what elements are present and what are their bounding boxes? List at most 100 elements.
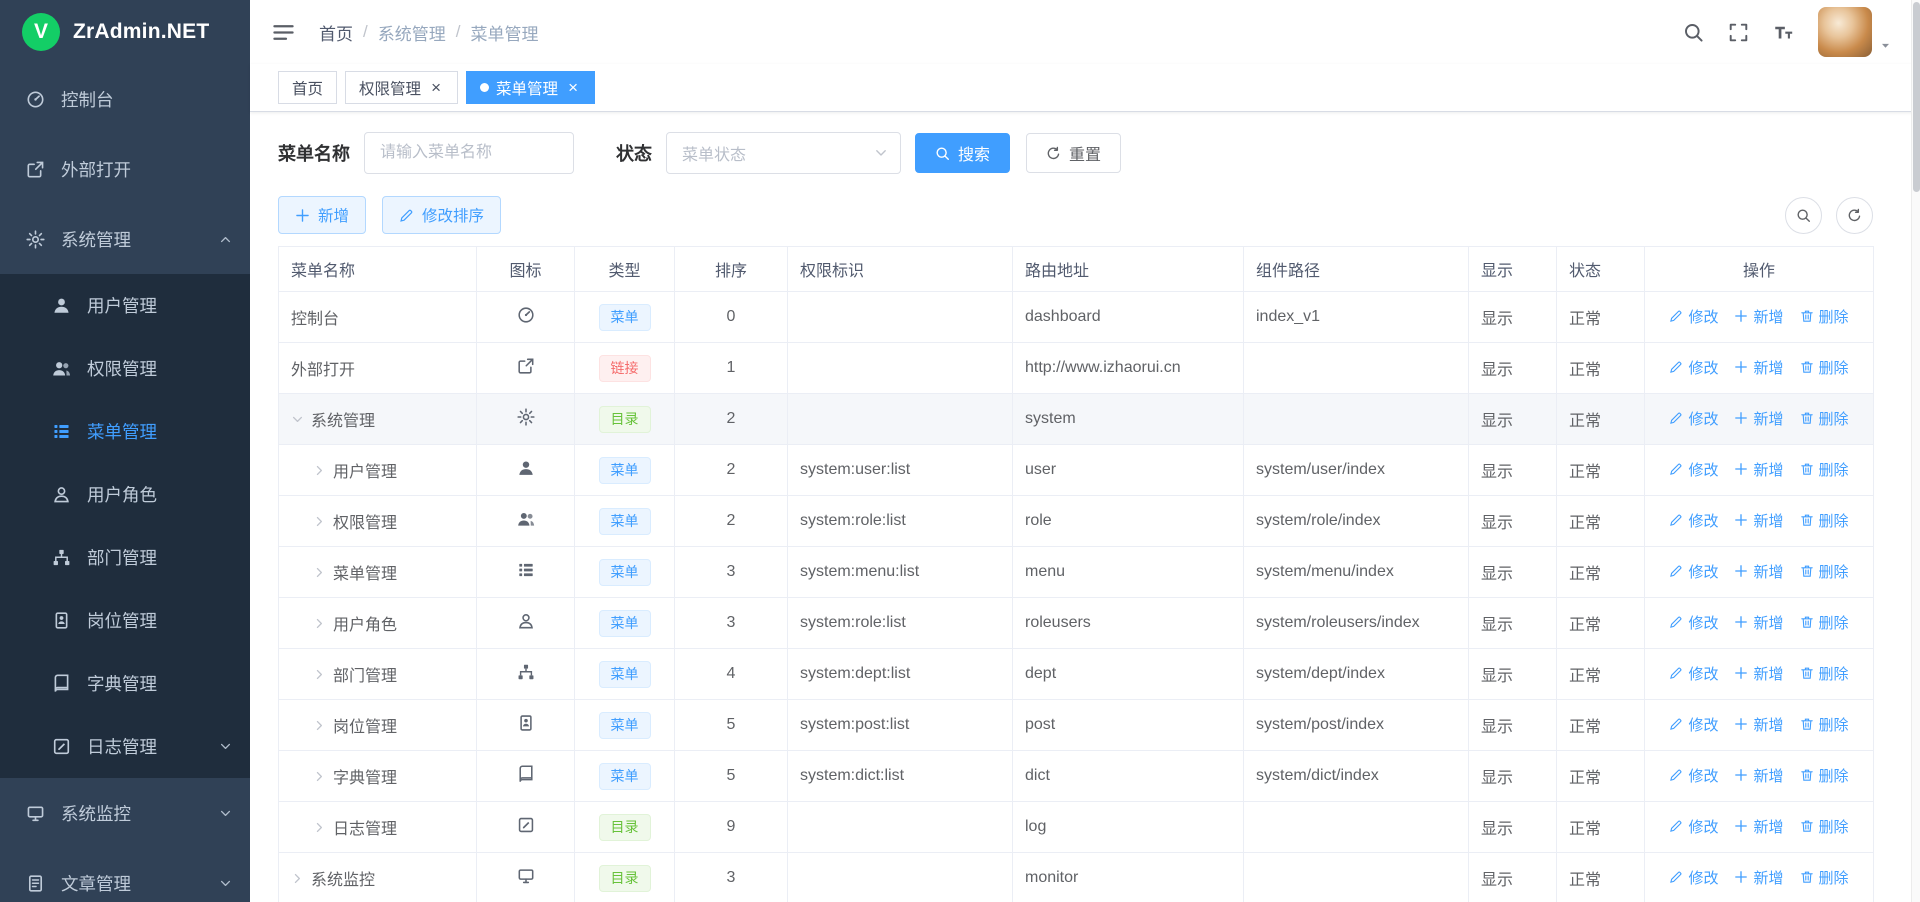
row-edit-link[interactable]: 修改 bbox=[1669, 867, 1718, 888]
sidebar-item-user-role[interactable]: 用户角色 bbox=[0, 463, 250, 526]
row-delete-link[interactable]: 删除 bbox=[1800, 765, 1849, 786]
row-delete-link[interactable]: 删除 bbox=[1800, 357, 1849, 378]
fullscreen-icon[interactable] bbox=[1728, 22, 1749, 43]
expand-arrow-icon[interactable] bbox=[313, 821, 326, 834]
add-button[interactable]: 新增 bbox=[278, 196, 366, 234]
row-add-link[interactable]: 新增 bbox=[1734, 306, 1783, 327]
avatar[interactable] bbox=[1818, 7, 1872, 57]
op-label: 修改 bbox=[1688, 816, 1718, 837]
expand-arrow-icon[interactable] bbox=[313, 668, 326, 681]
row-delete-link[interactable]: 删除 bbox=[1800, 612, 1849, 633]
header-search-icon[interactable] bbox=[1683, 22, 1704, 43]
row-edit-link[interactable]: 修改 bbox=[1669, 357, 1718, 378]
log-icon bbox=[517, 816, 535, 834]
chevron-down-icon bbox=[219, 807, 232, 820]
menu-name-input[interactable] bbox=[364, 132, 574, 174]
menu-name-text: 部门管理 bbox=[333, 662, 397, 686]
row-add-link[interactable]: 新增 bbox=[1734, 408, 1783, 429]
row-delete-link[interactable]: 删除 bbox=[1800, 561, 1849, 582]
row-edit-link[interactable]: 修改 bbox=[1669, 561, 1718, 582]
row-delete-link[interactable]: 删除 bbox=[1800, 663, 1849, 684]
close-icon[interactable]: × bbox=[565, 80, 581, 96]
sort-edit-button[interactable]: 修改排序 bbox=[382, 196, 501, 234]
article-icon bbox=[24, 874, 46, 893]
row-add-link[interactable]: 新增 bbox=[1734, 357, 1783, 378]
row-delete-link[interactable]: 删除 bbox=[1800, 867, 1849, 888]
row-add-link[interactable]: 新增 bbox=[1734, 663, 1783, 684]
row-add-link[interactable]: 新增 bbox=[1734, 816, 1783, 837]
row-edit-link[interactable]: 修改 bbox=[1669, 714, 1718, 735]
row-add-link[interactable]: 新增 bbox=[1734, 612, 1783, 633]
hamburger-icon[interactable] bbox=[272, 21, 295, 44]
sidebar-item-dept-mgmt[interactable]: 部门管理 bbox=[0, 526, 250, 589]
row-edit-link[interactable]: 修改 bbox=[1669, 408, 1718, 429]
trash-icon bbox=[1800, 360, 1814, 374]
sidebar-item-external-open[interactable]: 外部打开 bbox=[0, 134, 250, 204]
expand-arrow-icon[interactable] bbox=[313, 719, 326, 732]
sidebar-item-system[interactable]: 系统管理 bbox=[0, 204, 250, 274]
close-icon[interactable]: × bbox=[428, 80, 444, 96]
expand-arrow-icon[interactable] bbox=[291, 872, 304, 885]
expand-arrow-icon[interactable] bbox=[313, 617, 326, 630]
row-edit-link[interactable]: 修改 bbox=[1669, 612, 1718, 633]
row-delete-link[interactable]: 删除 bbox=[1800, 714, 1849, 735]
cell-operations: 修改新增删除 bbox=[1645, 292, 1874, 343]
logo[interactable]: V ZrAdmin.NET bbox=[0, 0, 250, 64]
row-edit-link[interactable]: 修改 bbox=[1669, 765, 1718, 786]
table-refresh-button[interactable] bbox=[1836, 197, 1873, 234]
trash-icon bbox=[1800, 768, 1814, 782]
row-delete-link[interactable]: 删除 bbox=[1800, 408, 1849, 429]
external-link-icon bbox=[24, 160, 46, 179]
row-add-link[interactable]: 新增 bbox=[1734, 459, 1783, 480]
sidebar-item-menu-mgmt[interactable]: 菜单管理 bbox=[0, 400, 250, 463]
row-edit-link[interactable]: 修改 bbox=[1669, 306, 1718, 327]
sidebar-item-post-mgmt[interactable]: 岗位管理 bbox=[0, 589, 250, 652]
sidebar-item-user-mgmt[interactable]: 用户管理 bbox=[0, 274, 250, 337]
cell-type: 菜单 bbox=[575, 649, 675, 700]
scrollbar[interactable] bbox=[1911, 0, 1920, 902]
row-delete-link[interactable]: 删除 bbox=[1800, 459, 1849, 480]
sidebar-item-article[interactable]: 文章管理 bbox=[0, 848, 250, 902]
row-add-link[interactable]: 新增 bbox=[1734, 867, 1783, 888]
reset-button[interactable]: 重置 bbox=[1026, 133, 1121, 173]
row-delete-link[interactable]: 删除 bbox=[1800, 816, 1849, 837]
sidebar-item-monitor[interactable]: 系统监控 bbox=[0, 778, 250, 848]
tab-perm-mgmt[interactable]: 权限管理× bbox=[345, 71, 458, 104]
tab-home[interactable]: 首页 bbox=[278, 71, 337, 104]
sidebar-item-dict-mgmt[interactable]: 字典管理 bbox=[0, 652, 250, 715]
row-edit-link[interactable]: 修改 bbox=[1669, 663, 1718, 684]
row-add-link[interactable]: 新增 bbox=[1734, 561, 1783, 582]
sidebar-item-log-mgmt[interactable]: 日志管理 bbox=[0, 715, 250, 778]
sidebar-item-label: 日志管理 bbox=[87, 734, 157, 759]
row-delete-link[interactable]: 删除 bbox=[1800, 306, 1849, 327]
font-size-icon[interactable] bbox=[1773, 22, 1794, 43]
row-edit-link[interactable]: 修改 bbox=[1669, 816, 1718, 837]
expand-arrow-icon[interactable] bbox=[313, 770, 326, 783]
row-add-link[interactable]: 新增 bbox=[1734, 510, 1783, 531]
search-button[interactable]: 搜索 bbox=[915, 133, 1010, 173]
type-tag: 菜单 bbox=[599, 304, 651, 331]
cell-sort: 3 bbox=[675, 598, 788, 649]
sidebar-item-dashboard[interactable]: 控制台 bbox=[0, 64, 250, 134]
menu-name-label: 菜单名称 bbox=[278, 140, 350, 166]
cell-visible: 显示 bbox=[1469, 343, 1557, 394]
breadcrumb-item[interactable]: 首页 bbox=[319, 20, 353, 45]
tab-menu-mgmt[interactable]: 菜单管理× bbox=[466, 71, 595, 104]
badge-icon bbox=[517, 714, 535, 732]
row-add-link[interactable]: 新增 bbox=[1734, 765, 1783, 786]
table-search-toggle-button[interactable] bbox=[1785, 197, 1822, 234]
expand-arrow-icon[interactable] bbox=[313, 566, 326, 579]
menu-name-wrap: 字典管理 bbox=[291, 764, 464, 788]
expand-arrow-icon[interactable] bbox=[313, 464, 326, 477]
cell-visible: 显示 bbox=[1469, 751, 1557, 802]
expand-arrow-icon[interactable] bbox=[291, 413, 304, 426]
scrollbar-thumb[interactable] bbox=[1913, 2, 1920, 192]
row-edit-link[interactable]: 修改 bbox=[1669, 510, 1718, 531]
row-edit-link[interactable]: 修改 bbox=[1669, 459, 1718, 480]
row-delete-link[interactable]: 删除 bbox=[1800, 510, 1849, 531]
status-select[interactable]: 菜单状态 bbox=[666, 132, 901, 174]
user-menu[interactable] bbox=[1818, 7, 1892, 57]
expand-arrow-icon[interactable] bbox=[313, 515, 326, 528]
row-add-link[interactable]: 新增 bbox=[1734, 714, 1783, 735]
sidebar-item-perm-mgmt[interactable]: 权限管理 bbox=[0, 337, 250, 400]
